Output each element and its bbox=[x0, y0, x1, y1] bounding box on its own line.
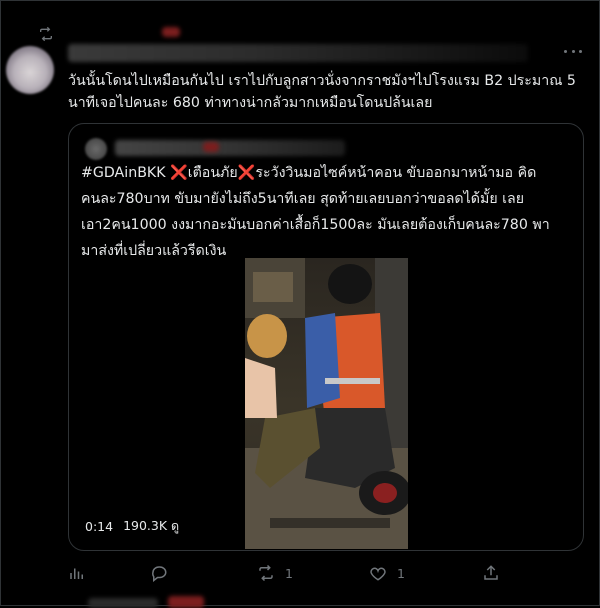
like-button[interactable]: 1 bbox=[369, 559, 405, 587]
quoted-tweet[interactable]: #GDAinBKK ❌เตือนภัย❌ระวังวินมอไซค์หน้าคอ… bbox=[68, 123, 584, 551]
retweet-icon bbox=[259, 564, 273, 582]
next-tweet-preview bbox=[88, 598, 158, 608]
redacted-badge bbox=[203, 142, 219, 152]
quote-text: #GDAinBKK ❌เตือนภัย❌ระวังวินมอไซค์หน้าคอ… bbox=[81, 160, 576, 264]
retweet-icon bbox=[40, 26, 52, 42]
cross-mark-icon: ❌ bbox=[170, 165, 188, 181]
quote-avatar bbox=[85, 138, 107, 160]
redacted-badge bbox=[168, 596, 204, 608]
share-icon bbox=[484, 565, 498, 580]
reply-button[interactable] bbox=[150, 559, 178, 587]
action-bar: 1 1 bbox=[0, 559, 600, 587]
avatar[interactable] bbox=[6, 46, 54, 94]
cross-mark-icon: ❌ bbox=[237, 165, 256, 181]
like-count: 1 bbox=[397, 565, 405, 581]
reply-icon bbox=[152, 566, 167, 582]
author-header-redacted[interactable] bbox=[68, 44, 528, 62]
video-player[interactable] bbox=[245, 258, 408, 549]
quote-text-line: เอา2คน1000 งงมากอะมันบอกค่าเสื้อก็1500ละ… bbox=[81, 217, 550, 233]
retweet-button[interactable]: 1 bbox=[257, 559, 293, 587]
like-icon bbox=[370, 567, 386, 581]
quote-text-line: คนละ780บาท ขับมายังไม่ถึง5นาทีเลย สุดท้า… bbox=[81, 191, 525, 207]
more-icon[interactable] bbox=[564, 50, 582, 56]
tweet-text-line: นาทีเจอไปคนละ 680 ท่าทางน่ากลัวมากเหมือน… bbox=[68, 95, 433, 111]
quote-text-line-0: ระวังวินมอไซค์หน้าคอน ขับออกมาหน้ามอ คิด bbox=[255, 165, 537, 181]
share-button[interactable] bbox=[482, 559, 500, 587]
warning-label: เตือนภัย bbox=[187, 165, 238, 181]
tweet-text: วันนั้นโดนไปเหมือนกันไป เราไปกับลูกสาวนั… bbox=[68, 70, 588, 114]
quote-text-line: #GDAinBKK ❌เตือนภัย❌ระวังวินมอไซค์หน้าคอ… bbox=[81, 160, 576, 186]
video-meta: 0:14 190.3K ดู bbox=[85, 516, 179, 536]
quote-author-redacted bbox=[115, 140, 345, 156]
tweet-text-line: วันนั้นโดนไปเหมือนกันไป เราไปกับลูกสาวนั… bbox=[68, 73, 576, 89]
analytics-button[interactable] bbox=[68, 559, 86, 587]
redacted-badge bbox=[162, 27, 180, 37]
retweet-context bbox=[38, 26, 54, 42]
video-views: 190.3K ดู bbox=[123, 518, 180, 533]
video-thumbnail bbox=[245, 258, 408, 549]
video-duration: 0:14 bbox=[85, 518, 114, 534]
retweet-count: 1 bbox=[285, 565, 293, 581]
hashtag-link[interactable]: #GDAinBKK bbox=[81, 165, 166, 181]
analytics-icon bbox=[70, 568, 83, 579]
